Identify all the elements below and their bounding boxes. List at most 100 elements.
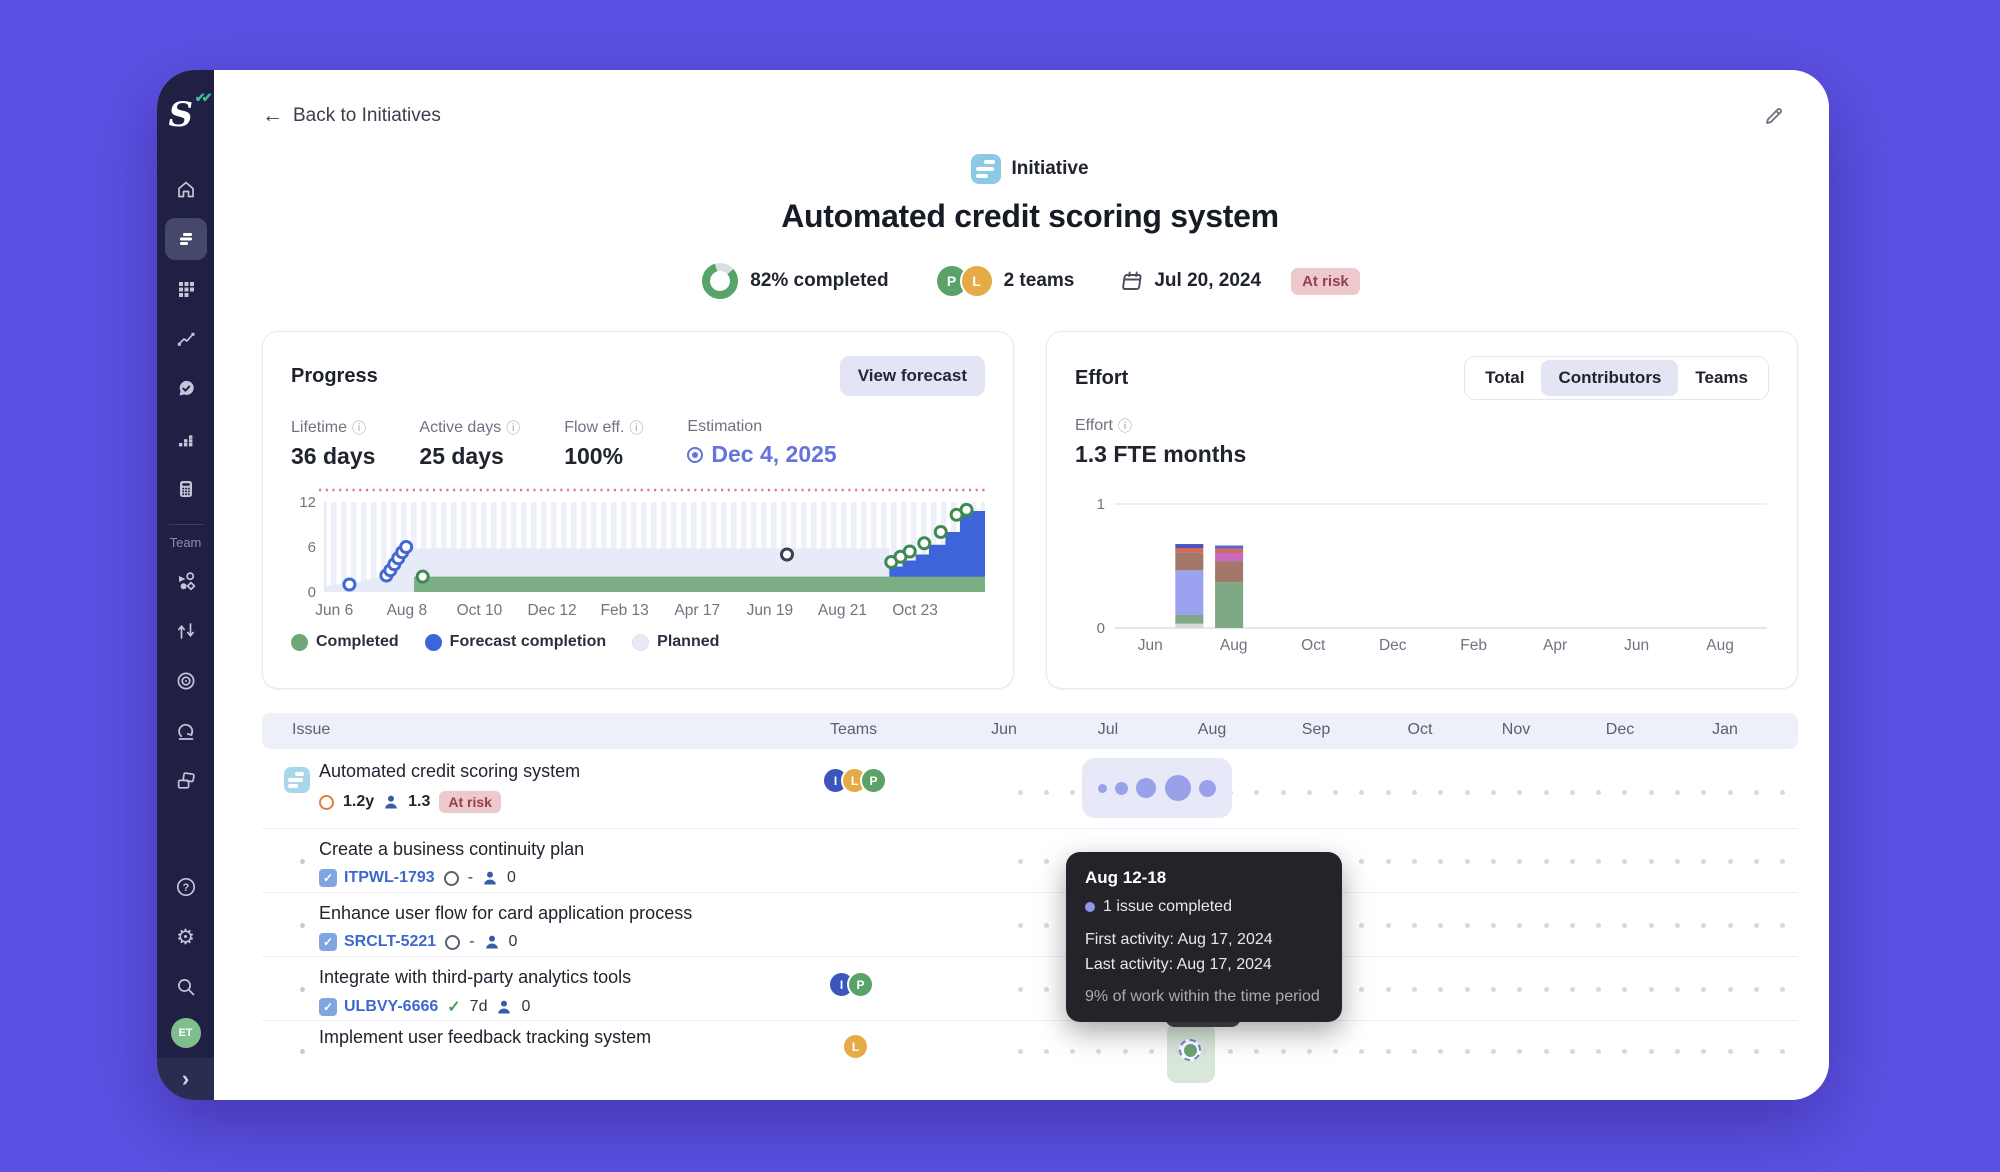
timeline-dot [1412, 923, 1417, 928]
issue-table: Issue Teams Jun Jul Aug Sep Oct Nov Dec … [262, 713, 1798, 1085]
issue-key-link[interactable]: ✓ULBVY-6666 [319, 998, 438, 1016]
col-month: Jun [984, 721, 1024, 739]
cycle-time-icon [445, 935, 460, 950]
swarmia-logo[interactable]: S ✔✔ [169, 92, 203, 144]
teams-count: 2 teams [1004, 270, 1075, 292]
sidebar-item-pull-requests[interactable] [165, 610, 207, 652]
issue-title[interactable]: Create a business continuity plan [319, 839, 584, 860]
sidebar-item-apps[interactable] [165, 268, 207, 310]
apps-grid-icon [175, 278, 197, 300]
sidebar-item-calculator[interactable] [165, 468, 207, 510]
timeline-dot [1517, 987, 1522, 992]
sidebar-item-boards[interactable] [165, 760, 207, 802]
legend-forecast: Forecast completion [425, 633, 606, 651]
info-icon[interactable]: ⓘ [506, 418, 520, 438]
timeline-dot [1491, 987, 1496, 992]
timeline-dot [1412, 1049, 1417, 1054]
info-icon[interactable]: ⓘ [1118, 416, 1132, 436]
issue-age: 1.2y [343, 793, 374, 811]
back-to-initiatives-link[interactable]: ← Back to Initiatives [262, 104, 441, 128]
activity-dot [1165, 775, 1191, 801]
svg-text:Oct 23: Oct 23 [892, 602, 938, 619]
shapes-icon [175, 570, 197, 592]
svg-text:Apr: Apr [1543, 637, 1567, 654]
sidebar-divider [169, 524, 203, 525]
svg-text:0: 0 [1097, 620, 1105, 637]
calculator-icon [175, 478, 197, 500]
sidebar-item-sprints[interactable] [165, 710, 207, 752]
logo-glyph: S [169, 95, 194, 135]
issue-title[interactable]: Implement user feedback tracking system [319, 1027, 651, 1048]
issue-title[interactable]: Automated credit scoring system [319, 761, 580, 782]
timeline-dot [1202, 1049, 1207, 1054]
sidebar-expand-button[interactable]: › [157, 1058, 214, 1100]
table-row[interactable]: Automated credit scoring system 1.2y 1.3… [262, 753, 1798, 829]
page-title: Automated credit scoring system [262, 198, 1798, 235]
sidebar-item-search[interactable] [165, 966, 207, 1008]
activity-dot [1199, 780, 1216, 797]
timeline-dot [1359, 1049, 1364, 1054]
timeline-dot [1675, 987, 1680, 992]
timeline-dot [1281, 790, 1286, 795]
cycle-value: - [468, 869, 473, 887]
edit-button[interactable] [1762, 104, 1786, 133]
progress-legend: Completed Forecast completion Planned [291, 633, 985, 651]
issue-title[interactable]: Integrate with third-party analytics too… [319, 967, 631, 988]
col-month: Oct [1400, 721, 1440, 739]
svg-text:Aug 8: Aug 8 [387, 602, 428, 619]
target-icon [687, 447, 703, 463]
timeline-dot [1544, 790, 1549, 795]
table-row[interactable]: Implement user feedback tracking system … [262, 1021, 1798, 1085]
timeline-dot [1622, 987, 1627, 992]
timeline-dot [1649, 923, 1654, 928]
table-row[interactable]: Integrate with third-party analytics too… [262, 957, 1798, 1021]
sidebar-item-trends[interactable] [165, 318, 207, 360]
timeline-dot [1701, 1049, 1706, 1054]
sidebar-item-home[interactable] [165, 168, 207, 210]
timeline-dot [1701, 923, 1706, 928]
view-forecast-button[interactable]: View forecast [840, 356, 985, 396]
timeline-dot [1491, 1049, 1496, 1054]
sidebar-item-feedback[interactable] [165, 368, 207, 410]
timeline-dot [1386, 790, 1391, 795]
timeline-dot [1570, 987, 1575, 992]
tab-contributors[interactable]: Contributors [1541, 360, 1678, 396]
timeline-dot [1780, 859, 1785, 864]
timeline-dot [1018, 1049, 1023, 1054]
sidebar-item-goals[interactable] [165, 660, 207, 702]
activity-highlight-pill[interactable] [1082, 758, 1232, 818]
info-icon[interactable]: ⓘ [629, 418, 643, 438]
timeline-dot [1675, 923, 1680, 928]
tab-total[interactable]: Total [1468, 360, 1541, 396]
initiative-row-icon [284, 767, 310, 793]
activity-dot [1098, 784, 1107, 793]
table-row[interactable]: Create a business continuity plan ✓ITPWL… [262, 829, 1798, 893]
tab-teams[interactable]: Teams [1678, 360, 1765, 396]
sidebar-item-help[interactable]: ? [165, 866, 207, 908]
main-content: ← Back to Initiatives Initiative Automat… [214, 70, 1829, 1100]
sidebar-item-metrics[interactable] [165, 418, 207, 460]
issue-key-link[interactable]: ✓ITPWL-1793 [319, 869, 435, 887]
row-bullet [300, 1049, 305, 1054]
sidebar-item-initiatives[interactable] [165, 218, 207, 260]
issue-title[interactable]: Enhance user flow for card application p… [319, 903, 692, 924]
user-avatar[interactable]: ET [171, 1018, 201, 1048]
timeline-dot [1333, 1049, 1338, 1054]
timeline-dot [1570, 1049, 1575, 1054]
table-row[interactable]: Enhance user flow for card application p… [262, 893, 1798, 957]
help-icon: ? [175, 876, 197, 898]
legend-dot-planned [632, 634, 649, 651]
back-label: Back to Initiatives [293, 105, 441, 127]
estimation-date[interactable]: Dec 4, 2025 [711, 441, 836, 468]
timeline-dot [1649, 1049, 1654, 1054]
info-icon[interactable]: ⓘ [352, 418, 366, 438]
contributors-count: 0 [509, 933, 518, 951]
sidebar-item-work-shapes[interactable] [165, 560, 207, 602]
issue-key-link[interactable]: ✓SRCLT-5221 [319, 933, 436, 951]
timeline-dot [1386, 987, 1391, 992]
checkbox-icon: ✓ [319, 933, 337, 951]
svg-text:1: 1 [1097, 496, 1105, 513]
sidebar-item-settings[interactable]: ⚙ [165, 916, 207, 958]
pencil-icon [1762, 104, 1786, 128]
timeline-dot [1596, 790, 1601, 795]
